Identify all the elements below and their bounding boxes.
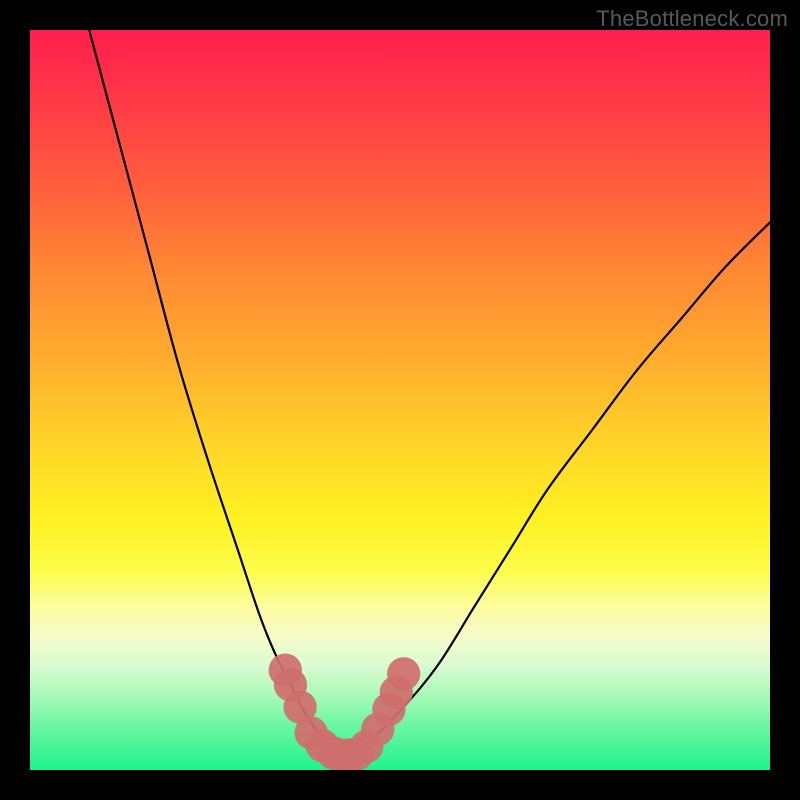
chart-frame: TheBottleneck.com [0, 0, 800, 800]
plot-area [30, 30, 770, 770]
chart-overlay [30, 30, 770, 770]
curve-left [89, 30, 348, 755]
watermark-text: TheBottleneck.com [596, 6, 788, 32]
marker-group [269, 653, 421, 770]
marker-point [387, 657, 420, 690]
